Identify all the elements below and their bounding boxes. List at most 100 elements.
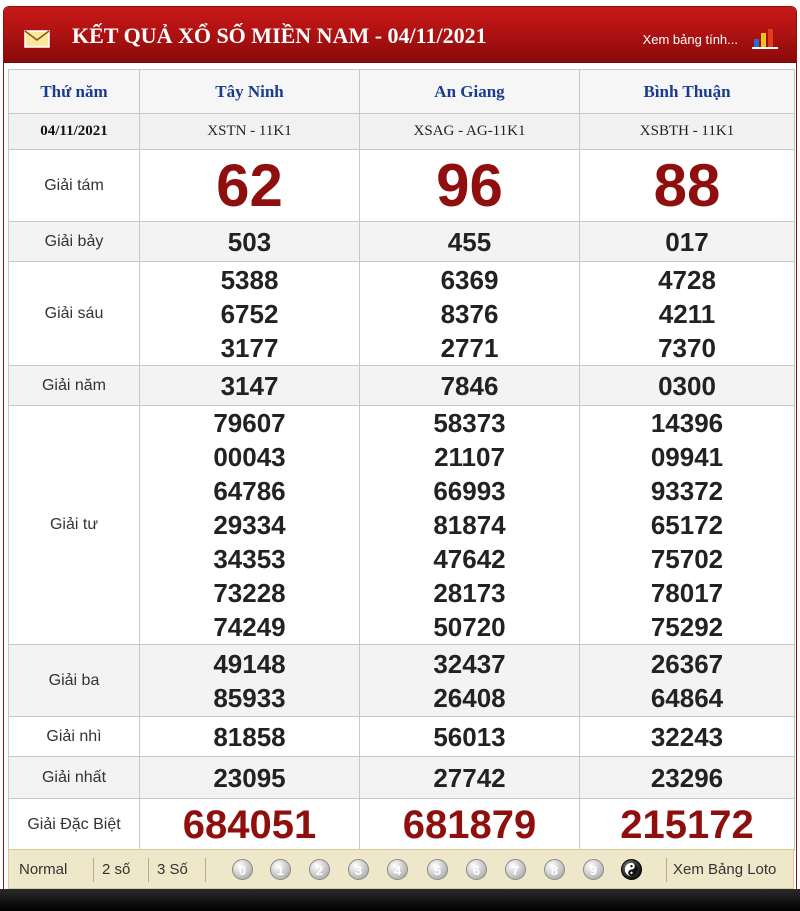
prize-number: 32437: [433, 648, 506, 679]
prize-number-group: 32437 26408: [359, 644, 580, 717]
prize-number: 017: [579, 221, 795, 262]
prize-row-g4: Giải tư 79607 00043 64786 29334 34353 73…: [8, 405, 795, 645]
digit-0-button[interactable]: 0: [232, 859, 253, 880]
digit-6-button[interactable]: 6: [466, 859, 487, 880]
day-label[interactable]: Thứ năm: [8, 69, 140, 114]
prize-row-g5: Giải năm 3147 7846 0300: [8, 365, 795, 406]
prize-number: 09941: [650, 442, 724, 472]
prize-number-group: 6369 8376 2771: [359, 261, 580, 366]
ticket-code: XSBTH - 11K1: [579, 113, 795, 150]
prize-row-g6: Giải sáu 5388 6752 3177 6369 8376 2771 4…: [8, 261, 795, 366]
prize-number: 74249: [213, 612, 286, 642]
prize-number: 27742: [359, 756, 580, 799]
prize-number: 29334: [213, 510, 286, 540]
prize-label: Giải năm: [8, 365, 140, 406]
digit-8-button[interactable]: 8: [544, 859, 565, 880]
prize-label: Giải nhì: [8, 716, 140, 757]
prize-number: 503: [139, 221, 360, 262]
prize-number: 26367: [650, 648, 724, 679]
prize-row-g3: Giải ba 49148 85933 32437 26408 26367 64…: [8, 644, 795, 717]
prize-row-special: Giải Đặc Biệt 684051 681879 215172: [8, 798, 795, 851]
mail-icon: [24, 30, 50, 48]
prize-number: 3147: [139, 365, 360, 406]
prize-number: 8376: [440, 298, 499, 329]
divider: [666, 858, 667, 882]
province-name[interactable]: An Giang: [359, 69, 580, 114]
special-prize-number: 681879: [359, 798, 580, 851]
view-table-link[interactable]: Xem bảng tính...: [643, 31, 738, 49]
prize-number: 64786: [213, 476, 286, 506]
prize-label: Giải bảy: [8, 221, 140, 262]
prize-number: 50720: [433, 612, 506, 642]
prize-number: 7846: [359, 365, 580, 406]
ticket-code: XSAG - AG-11K1: [359, 113, 580, 150]
prize-number: 23296: [579, 756, 795, 799]
digit-2-button[interactable]: 2: [309, 859, 330, 880]
prize-label: Giải Đặc Biệt: [8, 798, 140, 851]
prize-number: 73228: [213, 578, 286, 608]
digit-9-button[interactable]: 9: [583, 859, 604, 880]
prize-label: Giải sáu: [8, 261, 140, 366]
prize-label: Giải ba: [8, 644, 140, 717]
prize-number: 56013: [359, 716, 580, 757]
prize-number: 28173: [433, 578, 506, 608]
three-digit-button[interactable]: 3 Số: [157, 860, 188, 880]
prize-label: Giải nhất: [8, 756, 140, 799]
special-prize-number: 215172: [579, 798, 795, 851]
ticket-code-row: 04/11/2021 XSTN - 11K1 XSAG - AG-11K1 XS…: [8, 113, 795, 150]
loto-filter-bar: Normal 2 số 3 Số 0 1 2 3 4 5 6 7 8 9 Xem…: [8, 849, 794, 889]
prize-number: 5388: [220, 264, 279, 295]
prize-number: 6752: [220, 298, 279, 329]
yin-yang-icon[interactable]: [621, 859, 642, 880]
prize-number-group: 14396 09941 93372 65172 75702 78017 7529…: [579, 405, 795, 645]
bar-chart-icon[interactable]: [752, 27, 780, 49]
prize-number: 81858: [139, 716, 360, 757]
prize-number: 34353: [213, 544, 286, 574]
prize-number: 96: [359, 149, 580, 222]
prize-number: 14396: [650, 408, 724, 438]
prize-label: Giải tư: [8, 405, 140, 645]
bottom-bar: [0, 889, 800, 911]
prize-number: 7370: [658, 332, 716, 363]
prize-number: 85933: [213, 682, 286, 713]
digit-5-button[interactable]: 5: [427, 859, 448, 880]
prize-number: 88: [579, 149, 795, 222]
prize-number: 49148: [213, 648, 286, 679]
prize-number: 00043: [213, 442, 286, 472]
prize-number-group: 58373 21107 66993 81874 47642 28173 5072…: [359, 405, 580, 645]
divider: [205, 858, 206, 882]
province-name[interactable]: Tây Ninh: [139, 69, 360, 114]
normal-button[interactable]: Normal: [19, 860, 67, 880]
prize-row-g7: Giải bảy 503 455 017: [8, 221, 795, 262]
prize-number: 93372: [650, 476, 724, 506]
prize-number-group: 49148 85933: [139, 644, 360, 717]
prize-number: 58373: [433, 408, 506, 438]
prize-row-g2: Giải nhì 81858 56013 32243: [8, 716, 795, 757]
province-header-row: Thứ năm Tây Ninh An Giang Bình Thuận: [8, 69, 795, 114]
special-prize-number: 684051: [139, 798, 360, 851]
prize-number: 0300: [579, 365, 795, 406]
prize-number: 65172: [650, 510, 724, 540]
prize-number-group: 79607 00043 64786 29334 34353 73228 7424…: [139, 405, 360, 645]
prize-number-group: 4728 4211 7370: [579, 261, 795, 366]
prize-number: 75292: [650, 612, 724, 642]
divider: [148, 858, 149, 882]
prize-number: 4728: [658, 264, 716, 295]
prize-label: Giải tám: [8, 149, 140, 222]
prize-number: 23095: [139, 756, 360, 799]
view-loto-table-button[interactable]: Xem Bảng Loto: [673, 860, 776, 880]
digit-7-button[interactable]: 7: [505, 859, 526, 880]
two-digit-button[interactable]: 2 số: [102, 860, 130, 880]
prize-number: 3177: [220, 332, 279, 363]
digit-4-button[interactable]: 4: [387, 859, 408, 880]
divider: [93, 858, 94, 882]
prize-number: 75702: [650, 544, 724, 574]
digit-1-button[interactable]: 1: [270, 859, 291, 880]
panel-header: KẾT QUẢ XỔ SỐ MIỀN NAM - 04/11/2021 Xem …: [4, 7, 796, 63]
prize-number: 81874: [433, 510, 506, 540]
digit-3-button[interactable]: 3: [348, 859, 369, 880]
prize-number-group: 26367 64864: [579, 644, 795, 717]
results-table: Thứ năm Tây Ninh An Giang Bình Thuận 04/…: [8, 69, 795, 851]
province-name[interactable]: Bình Thuận: [579, 69, 795, 114]
page-title: KẾT QUẢ XỔ SỐ MIỀN NAM - 04/11/2021: [72, 23, 487, 48]
